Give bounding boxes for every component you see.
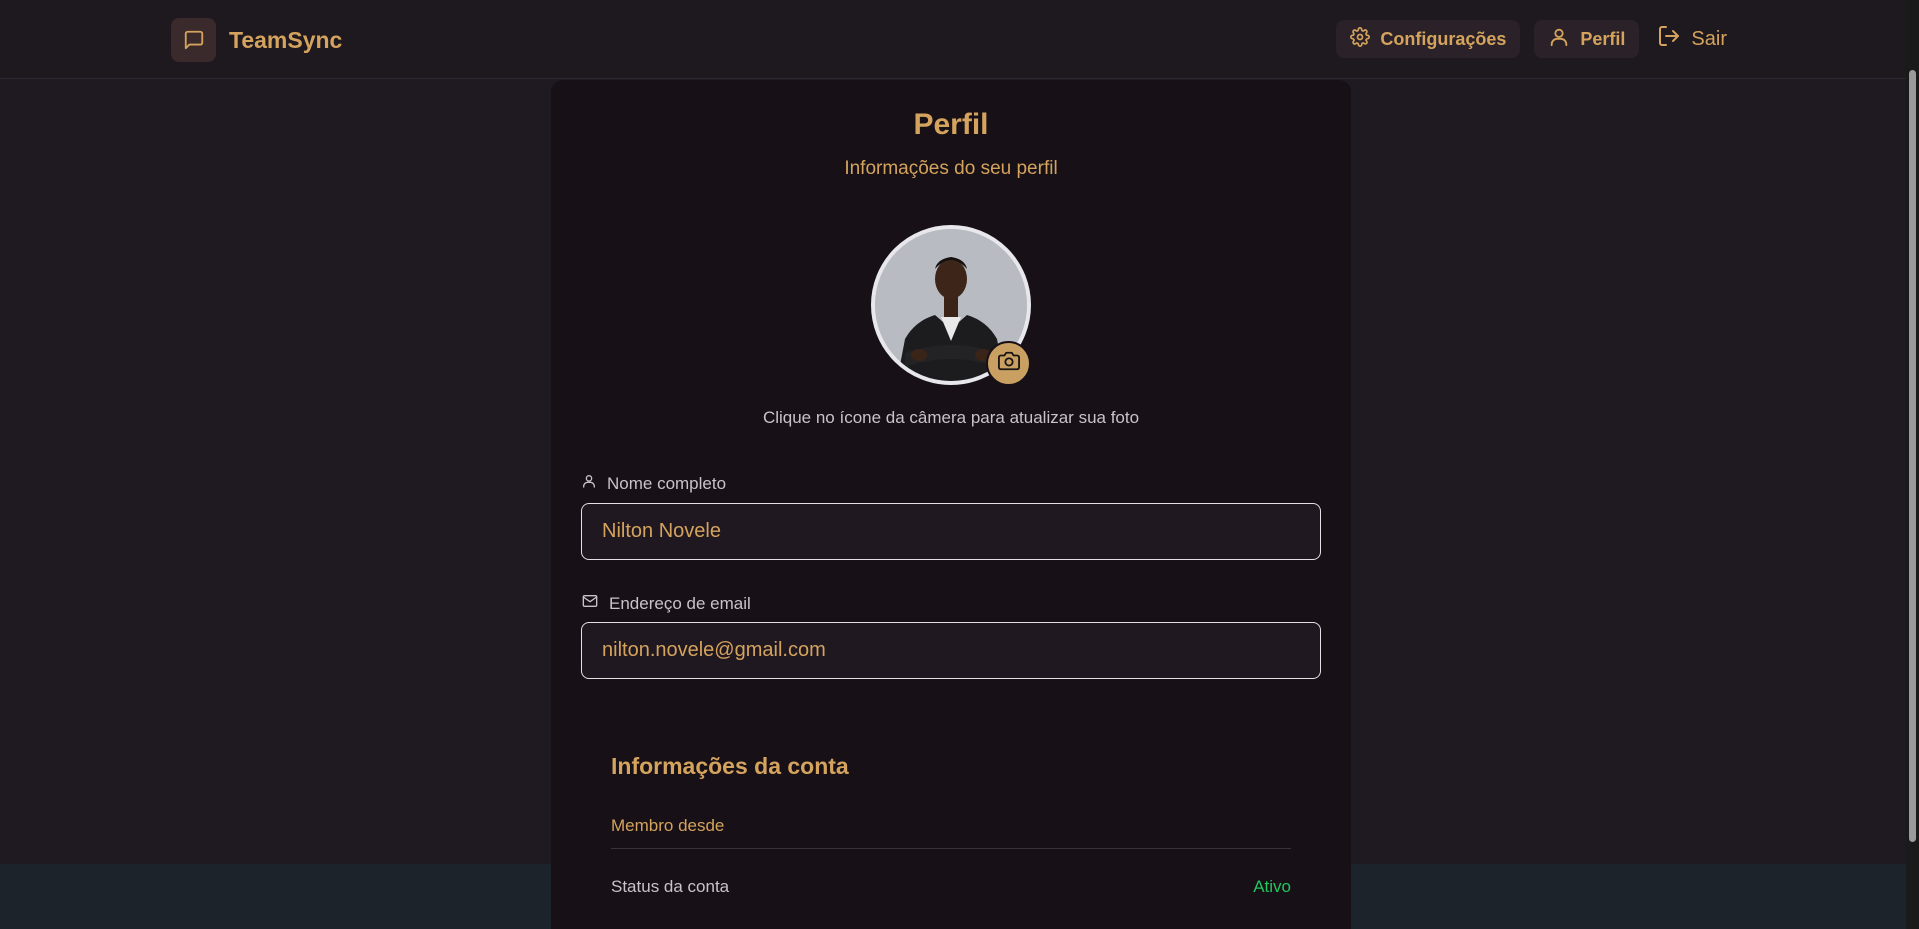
logout-icon	[1657, 24, 1681, 54]
user-icon	[581, 473, 597, 494]
account-status-label: Status da conta	[611, 877, 730, 896]
status-badge: Ativo	[1253, 877, 1291, 896]
mail-icon	[581, 593, 599, 614]
user-icon	[1548, 26, 1570, 53]
brand-name: TeamSync	[229, 26, 343, 53]
name-field[interactable]: Nilton Novele	[581, 503, 1321, 560]
page-subtitle: Informações do seu perfil	[844, 158, 1058, 179]
name-field-label: Nome completo	[581, 473, 726, 494]
chat-icon	[171, 18, 216, 62]
divider	[611, 848, 1291, 849]
logout-button[interactable]: Sair	[1653, 20, 1731, 58]
member-since-label: Membro desde	[611, 816, 725, 835]
member-since-row: Membro desde	[611, 816, 1291, 836]
change-photo-button[interactable]	[986, 341, 1031, 386]
name-label-text: Nome completo	[607, 473, 727, 493]
profile-card: Perfil Informações do seu perfil Clique …	[551, 80, 1351, 929]
brand[interactable]: TeamSync	[171, 18, 342, 62]
settings-button[interactable]: Configurações	[1336, 20, 1521, 58]
profile-label: Perfil	[1580, 28, 1626, 49]
email-field-label: Endereço de email	[581, 593, 751, 614]
page-title: Perfil	[913, 108, 989, 141]
account-section-title: Informações da conta	[611, 753, 849, 779]
top-header: TeamSync Configurações Perfil Sair	[0, 0, 1906, 79]
avatar-container	[871, 225, 1031, 386]
logout-label: Sair	[1691, 27, 1727, 50]
top-nav: Configurações Perfil Sair	[1336, 20, 1731, 58]
account-status-row: Status da conta Ativo	[611, 877, 1291, 897]
email-field[interactable]: nilton.novele@gmail.com	[581, 622, 1321, 679]
camera-icon	[997, 350, 1020, 377]
profile-button[interactable]: Perfil	[1534, 20, 1640, 58]
name-value: Nilton Novele	[602, 520, 721, 542]
email-label-text: Endereço de email	[609, 593, 751, 613]
photo-hint: Clique no ícone da câmera para atualizar…	[762, 408, 1140, 427]
scrollbar-thumb[interactable]	[1909, 70, 1916, 842]
email-value: nilton.novele@gmail.com	[602, 639, 826, 661]
settings-label: Configurações	[1380, 28, 1507, 49]
gear-icon	[1350, 26, 1371, 52]
